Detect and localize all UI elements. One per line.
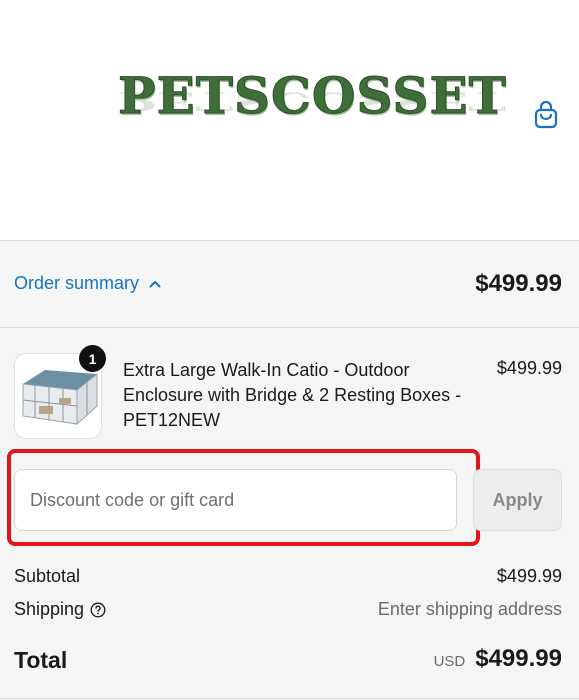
store-logo[interactable]: PETSCOSSET PETSCOSSET	[118, 66, 507, 162]
order-summary-total: $499.99	[475, 270, 562, 297]
order-summary-label: Order summary	[14, 273, 140, 293]
line-item: 1 Extra Large Walk-In Catio - Outdoor En…	[0, 345, 579, 439]
store-header: PETSCOSSET PETSCOSSET	[0, 0, 579, 240]
total-value-group: USD $499.99	[434, 645, 562, 673]
shipping-label-group: Shipping	[14, 599, 106, 620]
divider	[0, 698, 579, 699]
order-summary-panel: Order summary $499.99 1 Extra Large Walk…	[0, 240, 579, 700]
shipping-label: Shipping	[14, 599, 85, 619]
subtotal-label: Subtotal	[14, 566, 81, 586]
order-summary-toggle[interactable]: Order summary	[14, 273, 161, 294]
order-summary-toggle-row: Order summary $499.99	[0, 241, 579, 328]
shopping-bag-icon	[534, 100, 558, 129]
logo-reflection: PETSCOSSET	[118, 86, 507, 117]
apply-discount-button[interactable]: Apply	[473, 469, 562, 531]
product-price: $499.99	[496, 358, 562, 378]
chevron-up-icon	[149, 280, 161, 287]
total-amount: $499.99	[475, 645, 562, 672]
cart-button[interactable]	[530, 99, 562, 131]
subtotal-value: $499.99	[496, 566, 562, 586]
help-circle-icon[interactable]	[90, 602, 106, 618]
currency-code: USD	[433, 653, 466, 670]
product-title: Extra Large Walk-In Catio - Outdoor Encl…	[123, 360, 462, 430]
shipping-value: Enter shipping address	[377, 599, 562, 619]
discount-code-input[interactable]	[14, 469, 457, 531]
quantity-badge: 1	[79, 345, 106, 372]
total-label: Total	[14, 647, 68, 673]
